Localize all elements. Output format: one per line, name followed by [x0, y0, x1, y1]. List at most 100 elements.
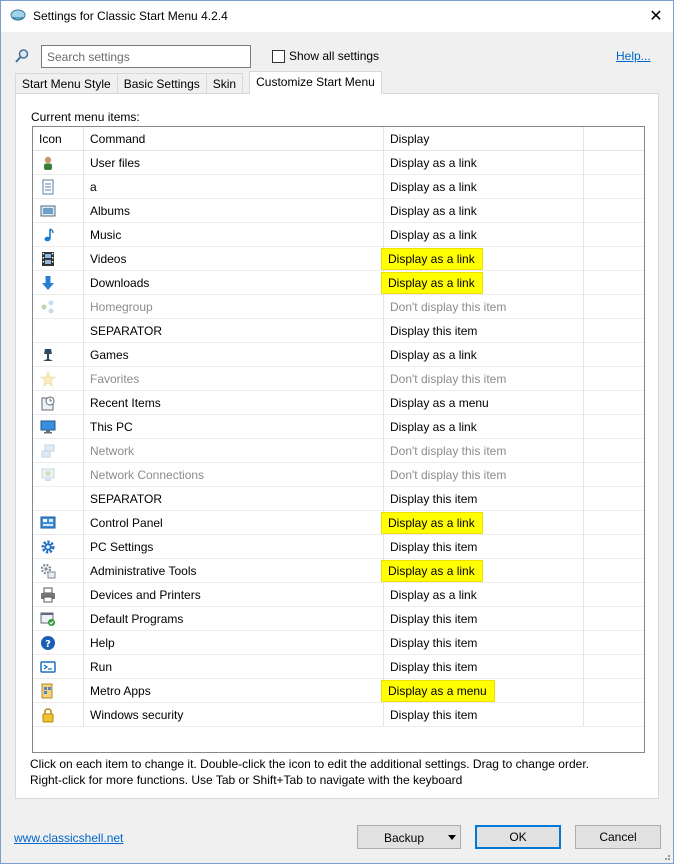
table-row[interactable]: Control Panel Display as a link: [33, 511, 644, 535]
table-row[interactable]: Network Connections Don't display this it…: [33, 463, 644, 487]
ok-button[interactable]: OK: [475, 825, 561, 849]
table-row[interactable]: Default Programs Display this item: [33, 607, 644, 631]
close-button[interactable]: ✕: [639, 1, 673, 31]
row-command-cell[interactable]: Network Connections: [84, 463, 384, 487]
row-command-cell[interactable]: Administrative Tools: [84, 559, 384, 583]
row-command-cell[interactable]: Recent Items: [84, 391, 384, 415]
row-command-cell[interactable]: This PC: [84, 415, 384, 439]
row-display-cell[interactable]: Display as a link: [382, 559, 584, 583]
show-all-settings-toggle[interactable]: Show all settings: [272, 49, 379, 63]
table-row[interactable]: Devices and Printers Display as a link: [33, 583, 644, 607]
cancel-button[interactable]: Cancel: [575, 825, 661, 849]
table-row[interactable]: Games Display as a link: [33, 343, 644, 367]
row-icon-cell[interactable]: [33, 223, 84, 247]
row-display-cell[interactable]: Display as a link: [384, 175, 584, 199]
row-command-cell[interactable]: Videos: [84, 247, 384, 271]
row-icon-cell[interactable]: [33, 439, 84, 463]
row-command-cell[interactable]: Music: [84, 223, 384, 247]
table-row[interactable]: Windows security Display this item: [33, 703, 644, 727]
row-command-cell[interactable]: Control Panel: [84, 511, 384, 535]
tab-basic-settings[interactable]: Basic Settings: [117, 73, 207, 94]
table-row[interactable]: Homegroup Don't display this item: [33, 295, 644, 319]
row-icon-cell[interactable]: [33, 295, 84, 319]
row-icon-cell[interactable]: [33, 463, 84, 487]
row-command-cell[interactable]: PC Settings: [84, 535, 384, 559]
table-row[interactable]: Recent Items Display as a menu: [33, 391, 644, 415]
search-input[interactable]: [41, 45, 251, 68]
row-command-cell[interactable]: SEPARATOR: [84, 487, 384, 511]
row-icon-cell[interactable]: [33, 199, 84, 223]
row-icon-cell[interactable]: [33, 367, 84, 391]
row-display-cell[interactable]: Display this item: [384, 487, 584, 511]
row-display-cell[interactable]: Display as a link: [384, 415, 584, 439]
row-display-cell[interactable]: Display as a link: [382, 247, 584, 271]
row-command-cell[interactable]: Downloads: [84, 271, 384, 295]
row-icon-cell[interactable]: [33, 535, 84, 559]
row-display-cell[interactable]: Display as a link: [382, 511, 584, 535]
row-command-cell[interactable]: Network: [84, 439, 384, 463]
table-row[interactable]: Downloads Display as a link: [33, 271, 644, 295]
row-command-cell[interactable]: Windows security: [84, 703, 384, 727]
row-icon-cell[interactable]: [33, 391, 84, 415]
table-row[interactable]: Metro Apps Display as a menu: [33, 679, 644, 703]
backup-button[interactable]: Backup: [357, 825, 461, 849]
table-row[interactable]: This PC Display as a link: [33, 415, 644, 439]
row-icon-cell[interactable]: [33, 511, 84, 535]
row-display-cell[interactable]: Display this item: [384, 655, 584, 679]
row-display-cell[interactable]: Display this item: [384, 607, 584, 631]
row-display-cell[interactable]: Display as a link: [384, 343, 584, 367]
row-icon-cell[interactable]: [33, 679, 84, 703]
row-icon-cell[interactable]: [33, 175, 84, 199]
row-display-cell[interactable]: Display this item: [384, 319, 584, 343]
header-command[interactable]: Command: [84, 127, 384, 150]
row-display-cell[interactable]: Display this item: [384, 535, 584, 559]
table-row[interactable]: a Display as a link: [33, 175, 644, 199]
row-icon-cell[interactable]: [33, 319, 84, 343]
table-row[interactable]: Administrative Tools Display as a link: [33, 559, 644, 583]
row-display-cell[interactable]: Display as a link: [384, 223, 584, 247]
tab-customize-start-menu[interactable]: Customize Start Menu: [249, 71, 382, 94]
row-display-cell[interactable]: Don't display this item: [384, 463, 584, 487]
row-command-cell[interactable]: Albums: [84, 199, 384, 223]
row-icon-cell[interactable]: [33, 583, 84, 607]
row-display-cell[interactable]: Display as a link: [384, 199, 584, 223]
row-command-cell[interactable]: SEPARATOR: [84, 319, 384, 343]
row-command-cell[interactable]: Homegroup: [84, 295, 384, 319]
table-row[interactable]: Music Display as a link: [33, 223, 644, 247]
table-row[interactable]: Albums Display as a link: [33, 199, 644, 223]
row-icon-cell[interactable]: [33, 247, 84, 271]
header-icon[interactable]: Icon: [33, 127, 84, 150]
row-icon-cell[interactable]: [33, 559, 84, 583]
row-icon-cell[interactable]: [33, 343, 84, 367]
tab-start-menu-style[interactable]: Start Menu Style: [15, 73, 118, 94]
row-icon-cell[interactable]: [33, 703, 84, 727]
row-display-cell[interactable]: Display this item: [384, 703, 584, 727]
row-command-cell[interactable]: Games: [84, 343, 384, 367]
row-command-cell[interactable]: Favorites: [84, 367, 384, 391]
row-display-cell[interactable]: Don't display this item: [384, 295, 584, 319]
row-display-cell[interactable]: Display as a link: [384, 583, 584, 607]
row-display-cell[interactable]: Don't display this item: [384, 439, 584, 463]
row-display-cell[interactable]: Display as a link: [384, 151, 584, 175]
header-display[interactable]: Display: [384, 127, 584, 150]
help-link[interactable]: Help...: [616, 49, 651, 63]
row-display-cell[interactable]: Don't display this item: [384, 367, 584, 391]
row-display-cell[interactable]: Display as a menu: [384, 391, 584, 415]
row-icon-cell[interactable]: ?: [33, 631, 84, 655]
row-command-cell[interactable]: User files: [84, 151, 384, 175]
table-row[interactable]: SEPARATOR Display this item: [33, 487, 644, 511]
row-display-cell[interactable]: Display as a link: [382, 271, 584, 295]
classicshell-website-link[interactable]: www.classicshell.net: [14, 831, 123, 845]
show-all-checkbox[interactable]: [272, 49, 285, 63]
table-row[interactable]: Network Don't display this item: [33, 439, 644, 463]
row-icon-cell[interactable]: [33, 655, 84, 679]
table-row[interactable]: Favorites Don't display this item: [33, 367, 644, 391]
tab-skin[interactable]: Skin: [206, 73, 244, 94]
table-row[interactable]: ? Help Display this item: [33, 631, 644, 655]
table-row[interactable]: User files Display as a link: [33, 151, 644, 175]
row-command-cell[interactable]: Default Programs: [84, 607, 384, 631]
table-row[interactable]: PC Settings Display this item: [33, 535, 644, 559]
row-icon-cell[interactable]: [33, 487, 84, 511]
table-row[interactable]: Videos Display as a link: [33, 247, 644, 271]
row-command-cell[interactable]: Devices and Printers: [84, 583, 384, 607]
